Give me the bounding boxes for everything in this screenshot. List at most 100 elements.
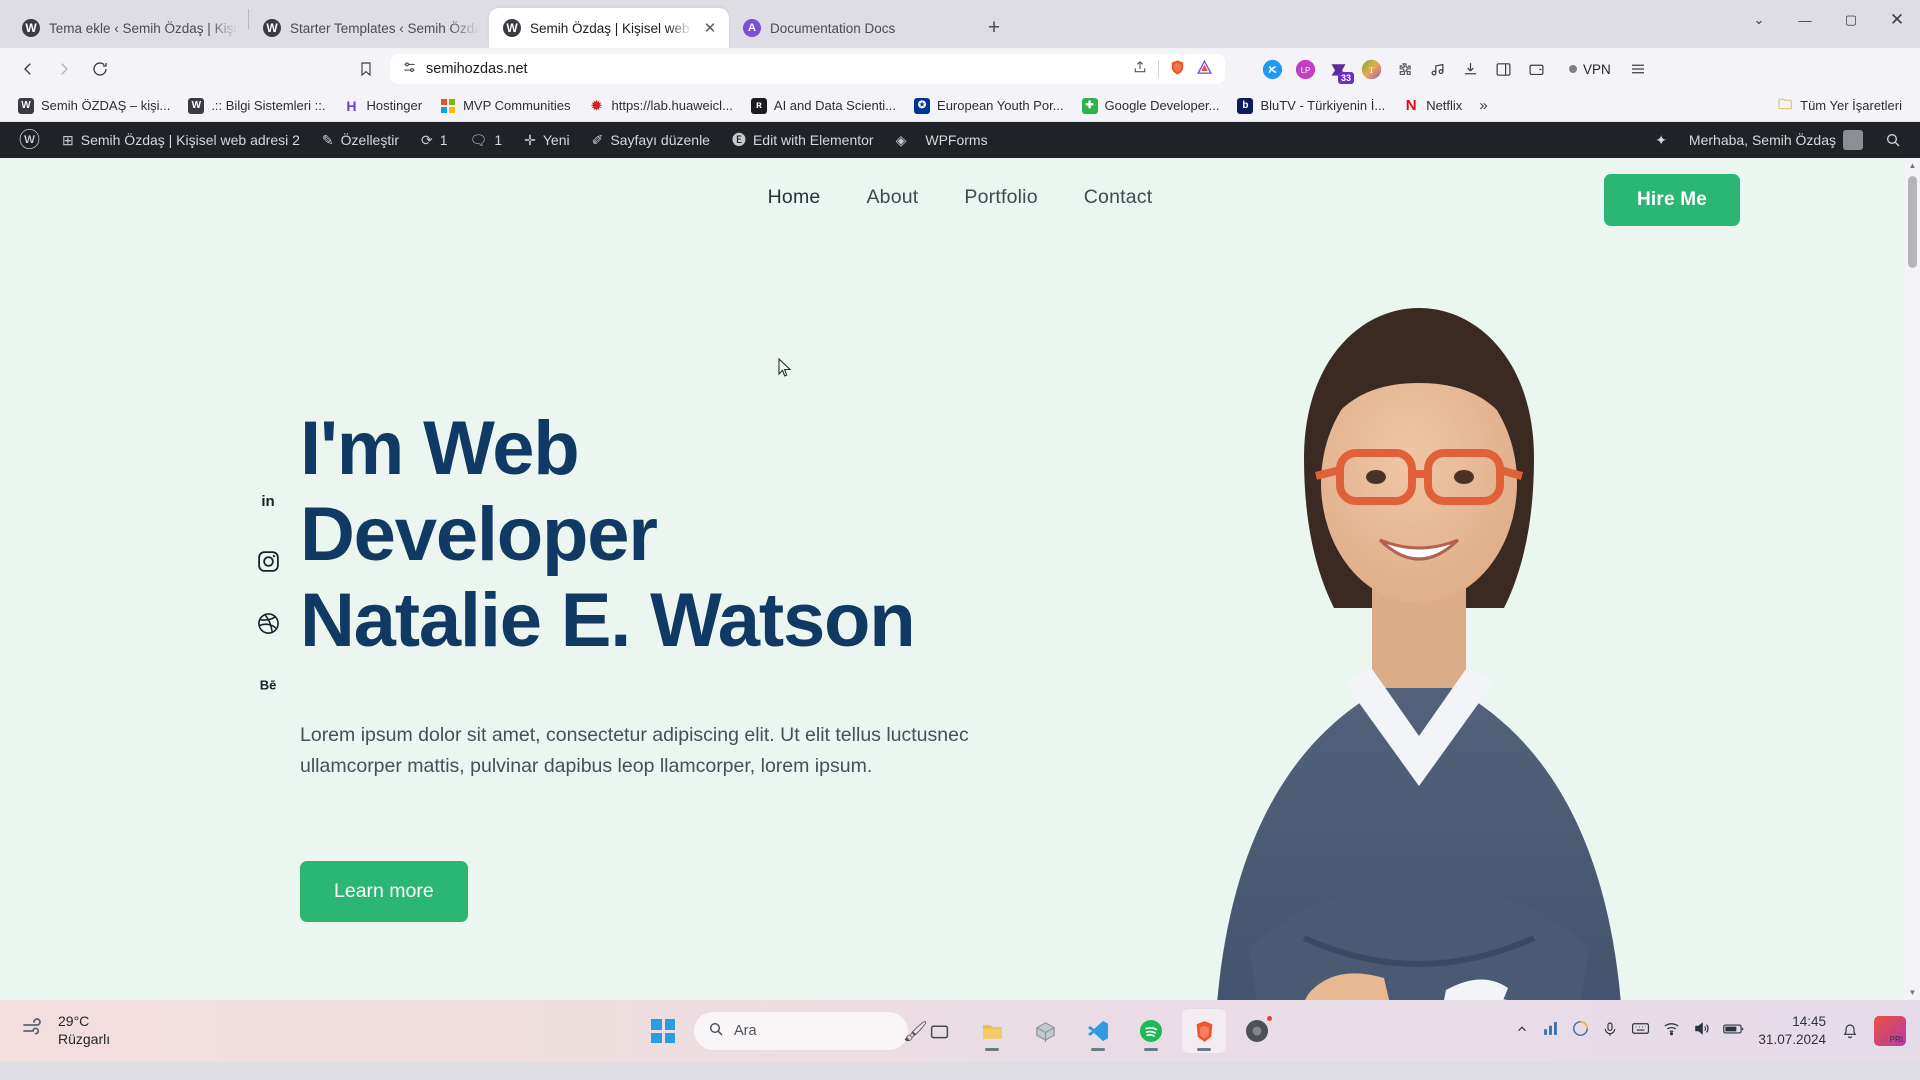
edit-page-button[interactable]: ✐ Sayfayı düzenle	[581, 122, 721, 158]
bookmark-item[interactable]: W .:: Bilgi Sistemleri ::.	[180, 94, 333, 118]
comments-button[interactable]: 🗨 1	[459, 122, 514, 158]
plus-icon: ✛	[524, 131, 536, 148]
back-icon[interactable]	[12, 53, 44, 85]
tab-search-chevron-icon[interactable]: ⌄	[1736, 0, 1782, 40]
svg-text:LP: LP	[1300, 66, 1310, 75]
all-bookmarks-folder[interactable]: 🗀 Tüm Yer İşaretleri	[1769, 94, 1910, 118]
bookmark-label: AI and Data Scienti...	[773, 98, 897, 113]
divider	[1158, 60, 1159, 78]
svg-text:Bē: Bē	[260, 678, 277, 693]
forward-icon[interactable]	[48, 53, 80, 85]
microphone-icon[interactable]	[1602, 1021, 1618, 1042]
linkedin-icon[interactable]: in	[236, 488, 300, 512]
clock-date: 31.07.2024	[1758, 1032, 1826, 1047]
lastpass-extension[interactable]: LP	[1290, 54, 1320, 84]
wifi-icon[interactable]	[1663, 1020, 1680, 1042]
browser-tab-active[interactable]: W Semih Özdaş | Kişisel web adresi ✕	[489, 8, 729, 48]
reload-icon[interactable]	[84, 53, 116, 85]
minimize-button[interactable]: —	[1782, 0, 1828, 40]
new-tab-button[interactable]: +	[977, 11, 1011, 45]
sidebar-button[interactable]	[1488, 54, 1518, 84]
dribbble-icon[interactable]	[236, 611, 300, 636]
browser-tab[interactable]: W Tema ekle ‹ Semih Özdaş | Kişisel web	[8, 8, 248, 48]
weather-widget[interactable]: 29°C Rüzgarlı	[0, 1013, 110, 1049]
learn-more-button[interactable]: Learn more	[300, 860, 468, 922]
nav-link-contact[interactable]: Contact	[1084, 186, 1153, 209]
bookmark-item[interactable]: N Netflix	[1395, 94, 1470, 118]
bookmark-item[interactable]: W Semih ÖZDAŞ – kişi...	[10, 94, 178, 118]
shazam-extension[interactable]	[1257, 54, 1287, 84]
search-icon[interactable]	[1874, 122, 1912, 158]
share-icon[interactable]	[1132, 59, 1148, 79]
wpforms-button[interactable]: ◈ WPForms	[885, 122, 999, 158]
bookmark-item[interactable]: MVP Communities	[432, 94, 578, 118]
task-view-button[interactable]	[917, 1009, 961, 1053]
battery-icon[interactable]	[1723, 1022, 1745, 1041]
browser-tab[interactable]: A Documentation Docs	[729, 8, 969, 48]
bookmark-item[interactable]: ʀ AI and Data Scienti...	[743, 94, 904, 118]
customize-button[interactable]: ✎ Özelleştir	[311, 122, 410, 158]
tune-icon[interactable]	[402, 60, 417, 79]
windows-start-icon[interactable]	[641, 1009, 685, 1053]
updates-icon: ⟳	[421, 131, 433, 148]
nav-link-home[interactable]: Home	[768, 186, 821, 209]
new-content-button[interactable]: ✛ Yeni	[513, 122, 580, 158]
window-controls: ⌄ — ▢ ✕	[1736, 0, 1920, 48]
brush-icon: ✎	[321, 131, 334, 148]
browser-tab[interactable]: W Starter Templates ‹ Semih Özdaş | Kiş	[249, 8, 489, 48]
wordpress-logo-menu[interactable]: ⓦ	[8, 122, 51, 158]
bookmarks-overflow-button[interactable]: »	[1472, 94, 1494, 117]
nav-link-portfolio[interactable]: Portfolio	[964, 186, 1037, 209]
user-greeting-menu[interactable]: Merhaba, Semih Özdaş	[1678, 122, 1874, 158]
antivirus-icon[interactable]	[1572, 1020, 1589, 1042]
puzzle-extension[interactable]	[1389, 54, 1419, 84]
bookmark-item[interactable]: ✚ Google Developer...	[1074, 94, 1228, 118]
nav-link-about[interactable]: About	[866, 186, 918, 209]
vscode-app[interactable]	[1076, 1009, 1120, 1053]
pocket-extension[interactable]: 33	[1323, 54, 1354, 84]
page-scrollbar[interactable]: ▲ ▼	[1905, 158, 1920, 1000]
show-hidden-icons[interactable]	[1515, 1022, 1529, 1041]
instagram-icon[interactable]	[236, 549, 300, 574]
volume-icon[interactable]	[1693, 1020, 1710, 1042]
address-bar[interactable]: semihozdas.net	[390, 54, 1225, 84]
desktop-corner-widget[interactable]: PRI	[1874, 1016, 1906, 1046]
behance-icon[interactable]: Bē	[236, 673, 300, 697]
taskbar-clock[interactable]: 14:45 31.07.2024	[1758, 1013, 1826, 1048]
package-app[interactable]	[1023, 1009, 1067, 1053]
file-explorer-app[interactable]	[970, 1009, 1014, 1053]
brave-shields-icon[interactable]	[1169, 59, 1186, 80]
updates-button[interactable]: ⟳ 1	[410, 122, 459, 158]
grammarly-extension[interactable]: T	[1356, 54, 1386, 84]
hamburger-menu-icon[interactable]	[1623, 54, 1653, 84]
hire-me-button[interactable]: Hire Me	[1603, 174, 1740, 226]
bookmark-item[interactable]: ✪ European Youth Por...	[906, 94, 1072, 118]
sparkle-icon[interactable]: ✦	[1644, 122, 1678, 158]
bookmark-item[interactable]: ✹ https://lab.huaweicl...	[581, 94, 741, 118]
bookmark-icon[interactable]	[350, 53, 382, 85]
bell-icon[interactable]	[1839, 1020, 1861, 1042]
keyboard-icon[interactable]	[1631, 1019, 1650, 1043]
downloads-button[interactable]	[1455, 54, 1485, 84]
site-name-menu[interactable]: ⊞ Semih Özdaş | Kişisel web adresi 2	[51, 122, 311, 158]
vpn-button[interactable]: VPN	[1560, 55, 1620, 83]
brave-rewards-icon[interactable]	[1196, 59, 1213, 80]
maximize-button[interactable]: ▢	[1828, 0, 1874, 40]
close-icon[interactable]: ✕	[701, 19, 719, 37]
scroll-down-arrow[interactable]: ▼	[1905, 985, 1920, 1000]
bookmark-item[interactable]: H Hostinger	[335, 94, 430, 118]
elementor-icon: 🅔	[731, 132, 746, 148]
close-window-button[interactable]: ✕	[1874, 0, 1920, 40]
spotify-app[interactable]	[1129, 1009, 1173, 1053]
hero-section: in Bē I'm Web Developer Natalie E. Watso…	[0, 236, 1920, 1000]
brave-browser-app[interactable]	[1182, 1009, 1226, 1053]
wallet-button[interactable]	[1521, 54, 1551, 84]
search-input[interactable]: Ara 🖌	[694, 1012, 928, 1050]
music-extension[interactable]	[1422, 54, 1452, 84]
hero-paragraph: Lorem ipsum dolor sit amet, consectetur …	[300, 723, 969, 778]
bookmark-item[interactable]: b BluTV - Türkiyenin İ...	[1229, 94, 1393, 118]
stats-icon[interactable]	[1542, 1020, 1559, 1042]
chrome-app[interactable]	[1235, 1009, 1279, 1053]
edit-with-elementor-button[interactable]: 🅔 Edit with Elementor	[721, 122, 885, 158]
extensions-area: LP 33 T VPN	[1257, 54, 1653, 84]
